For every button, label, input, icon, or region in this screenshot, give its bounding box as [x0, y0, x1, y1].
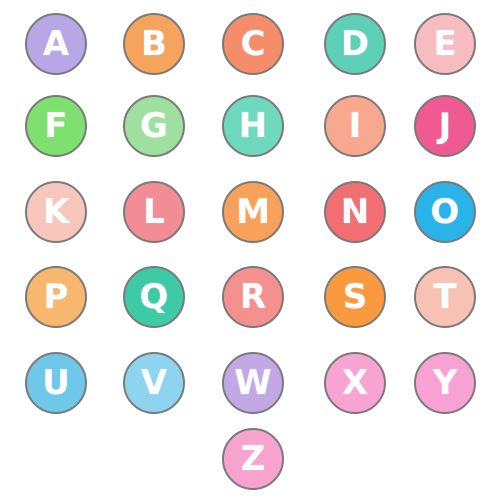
letter-circle-j: J — [414, 95, 476, 157]
letter-glyph: Q — [139, 277, 169, 317]
letter-circle-r: R — [222, 266, 284, 328]
letter-glyph: L — [143, 192, 165, 232]
letter-circle-w: W — [222, 352, 284, 414]
letter-circle-p: P — [25, 266, 87, 328]
letter-circle-a: A — [25, 13, 87, 75]
letter-glyph: G — [140, 106, 168, 146]
letter-glyph: F — [44, 106, 68, 146]
letter-glyph: N — [340, 192, 370, 232]
letter-circle-z: Z — [222, 428, 284, 490]
letter-glyph: H — [238, 106, 268, 146]
letter-glyph: X — [341, 363, 369, 403]
letter-circle-i: I — [324, 95, 386, 157]
letter-glyph: W — [234, 363, 272, 403]
letter-glyph: I — [348, 106, 362, 146]
letter-glyph: V — [140, 363, 168, 403]
letter-glyph: O — [430, 192, 460, 232]
letter-circle-c: C — [222, 13, 284, 75]
letter-circle-g: G — [123, 95, 185, 157]
letter-glyph: K — [42, 192, 70, 232]
letter-circle-x: X — [324, 352, 386, 414]
letter-glyph: R — [239, 277, 267, 317]
letter-circle-f: F — [25, 95, 87, 157]
letter-glyph: D — [340, 24, 370, 64]
letter-glyph: U — [42, 363, 70, 403]
letter-glyph: T — [433, 277, 457, 317]
letter-glyph: J — [438, 106, 452, 146]
letter-glyph: B — [141, 24, 167, 64]
letter-circle-v: V — [123, 352, 185, 414]
letter-circle-o: O — [414, 181, 476, 243]
letter-circle-e: E — [414, 13, 476, 75]
letter-glyph: E — [433, 24, 457, 64]
letter-glyph: S — [342, 277, 368, 317]
letter-circle-d: D — [324, 13, 386, 75]
letter-circle-k: K — [25, 181, 87, 243]
letter-circle-h: H — [222, 95, 284, 157]
letter-circle-l: L — [123, 181, 185, 243]
letter-circle-q: Q — [123, 266, 185, 328]
letter-circle-s: S — [324, 266, 386, 328]
letter-circle-m: M — [222, 181, 284, 243]
letter-glyph: Y — [432, 363, 458, 403]
letter-glyph: A — [42, 24, 70, 64]
letter-circle-u: U — [25, 352, 87, 414]
letter-glyph: M — [236, 192, 270, 232]
letter-glyph: P — [43, 277, 69, 317]
letter-glyph: C — [240, 24, 266, 64]
letter-circle-n: N — [324, 181, 386, 243]
alphabet-board: A B C D E F G H I J K L M N O P Q R S T U V W X Y Z — [0, 0, 500, 500]
letter-circle-b: B — [123, 13, 185, 75]
letter-circle-t: T — [414, 266, 476, 328]
letter-circle-y: Y — [414, 352, 476, 414]
letter-glyph: Z — [240, 439, 266, 479]
